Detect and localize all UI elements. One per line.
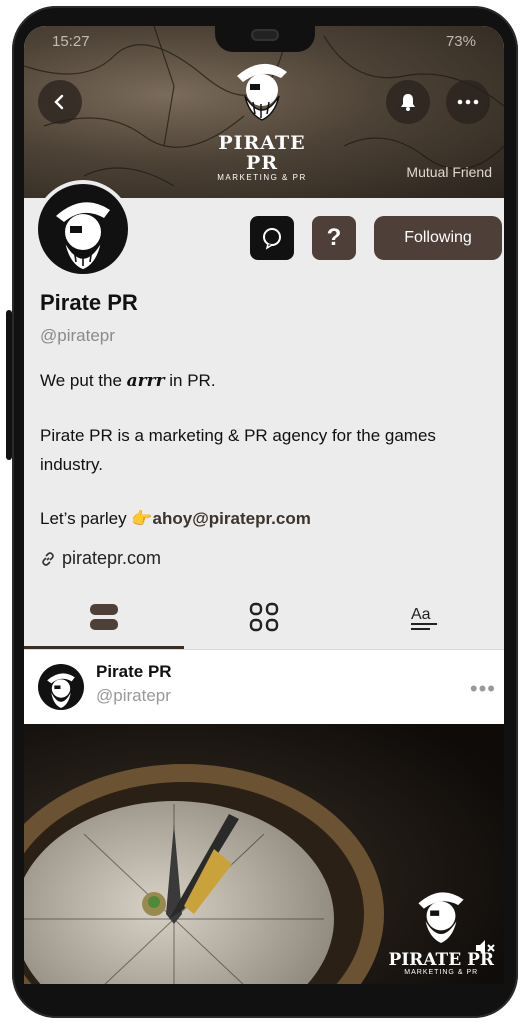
bio-arrr: arrr [126, 371, 165, 391]
bell-icon [401, 94, 415, 111]
bixby-button [6, 310, 12, 460]
text-tab-icon: Aa [411, 606, 437, 630]
svg-text:Aa: Aa [411, 606, 431, 623]
post-avatar[interactable] [38, 664, 84, 710]
profile-name: Pirate PR [40, 290, 138, 315]
mute-icon[interactable] [474, 938, 496, 958]
more-options-button[interactable] [446, 80, 490, 124]
post-watermark: PIRATE PR MARKETING & PR [388, 883, 494, 976]
tab-posts[interactable] [24, 586, 184, 648]
bio-email-link[interactable]: ahoy@piratepr.com [153, 509, 311, 528]
website-text: piratepr.com [62, 548, 162, 568]
tab-text[interactable]: Aa [344, 586, 504, 648]
pirate-logo-icon [237, 63, 287, 121]
following-button[interactable]: Following [374, 216, 502, 260]
grid-tab-icon [249, 602, 279, 632]
post-more-button[interactable]: ••• [470, 676, 496, 702]
camera-notch [215, 24, 315, 52]
screen: 15:27 73% PIRATE PR MARKETING & PR Mutua… [24, 26, 504, 984]
more-icon [457, 99, 479, 105]
back-button[interactable] [38, 80, 82, 124]
profile-handle: @piratepr [40, 326, 115, 345]
pirate-avatar-icon [56, 202, 110, 271]
volume-button [508, 134, 514, 190]
message-button[interactable] [250, 216, 294, 260]
bio-text: in PR. [164, 371, 216, 390]
chat-icon [263, 228, 281, 250]
bio-text: We put the [40, 371, 127, 390]
pointing-emoji: 👉 [131, 509, 153, 528]
post-media[interactable]: PIRATE PR MARKETING & PR [24, 724, 504, 984]
bio-description: Pirate PR is a marketing & PR agency for… [40, 426, 436, 474]
website-link[interactable]: piratepr.com [40, 548, 161, 569]
mutual-friend-label: Mutual Friend [406, 164, 492, 180]
pirate-logo-icon [418, 892, 464, 943]
power-button [508, 278, 514, 358]
back-icon [54, 94, 64, 110]
link-icon [42, 551, 54, 566]
post-author-handle: @piratepr [96, 686, 171, 705]
post-author-name[interactable]: Pirate PR [96, 662, 172, 682]
tab-grid[interactable] [184, 586, 344, 648]
logo-subtitle: MARKETING & PR [217, 173, 307, 182]
posts-tab-icon [90, 604, 118, 630]
bio-parley: Let’s parley [40, 509, 132, 528]
notifications-button[interactable] [386, 80, 430, 124]
logo-title: PIRATE PR [218, 132, 306, 174]
pirate-avatar-icon [47, 673, 75, 708]
status-battery: 73% [445, 32, 476, 50]
avatar[interactable] [34, 180, 132, 278]
watermark-subtitle: MARKETING & PR [404, 969, 479, 976]
profile-tabs: Aa [24, 586, 504, 650]
banner-logo: PIRATE PR MARKETING & PR [202, 54, 322, 182]
profile-bio: We put the arrr in PR. Pirate PR is a ma… [40, 366, 490, 533]
post-header: Pirate PR @piratepr ••• [24, 650, 504, 724]
help-button[interactable]: ? [312, 216, 356, 260]
status-time: 15:27 [52, 32, 90, 50]
